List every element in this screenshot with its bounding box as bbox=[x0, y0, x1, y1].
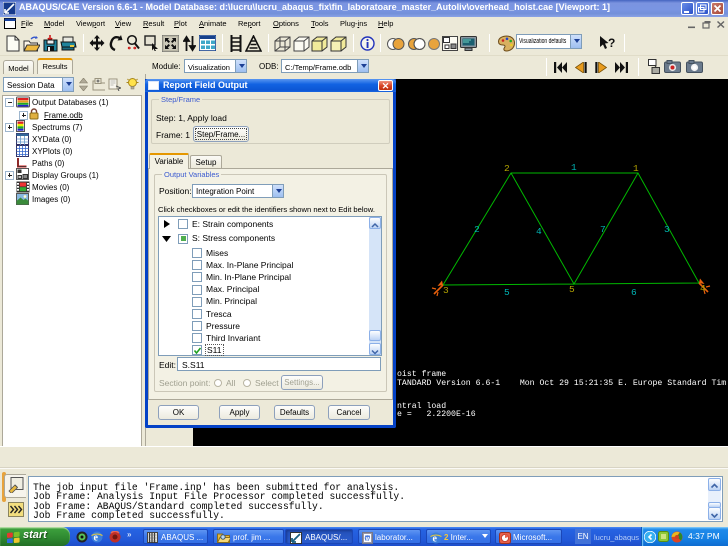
svg-text:3: 3 bbox=[443, 285, 449, 296]
svg-text:1: 1 bbox=[633, 163, 639, 174]
svg-text:2: 2 bbox=[504, 163, 510, 174]
svg-text:1: 1 bbox=[571, 162, 577, 173]
svg-text:6: 6 bbox=[631, 287, 637, 298]
svg-text:5: 5 bbox=[569, 284, 575, 295]
svg-text:5: 5 bbox=[504, 287, 510, 298]
svg-text:4: 4 bbox=[700, 283, 706, 294]
svg-text:?: ? bbox=[608, 36, 615, 50]
svg-text:4: 4 bbox=[536, 226, 542, 237]
svg-text:3: 3 bbox=[664, 224, 670, 235]
svg-text:2: 2 bbox=[474, 224, 480, 235]
svg-text:7: 7 bbox=[600, 224, 606, 235]
svg-text:w: w bbox=[365, 535, 372, 542]
